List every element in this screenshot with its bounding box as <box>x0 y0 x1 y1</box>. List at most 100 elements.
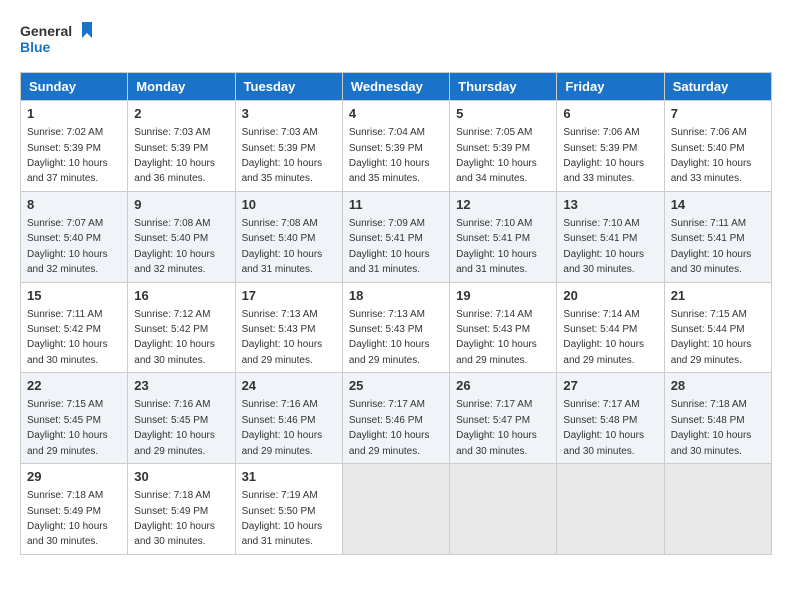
calendar-cell: 31 Sunrise: 7:19 AMSunset: 5:50 PMDaylig… <box>235 464 342 555</box>
calendar-cell: 21 Sunrise: 7:15 AMSunset: 5:44 PMDaylig… <box>664 282 771 373</box>
calendar-cell: 9 Sunrise: 7:08 AMSunset: 5:40 PMDayligh… <box>128 191 235 282</box>
day-number: 18 <box>349 287 443 305</box>
day-number: 8 <box>27 196 121 214</box>
day-number: 16 <box>134 287 228 305</box>
weekday-header-thursday: Thursday <box>450 73 557 101</box>
calendar-cell <box>342 464 449 555</box>
weekday-header-saturday: Saturday <box>664 73 771 101</box>
day-info: Sunrise: 7:11 AMSunset: 5:42 PMDaylight:… <box>27 309 108 366</box>
day-info: Sunrise: 7:13 AMSunset: 5:43 PMDaylight:… <box>242 309 323 366</box>
day-number: 30 <box>134 468 228 486</box>
day-info: Sunrise: 7:03 AMSunset: 5:39 PMDaylight:… <box>242 127 323 184</box>
day-number: 20 <box>563 287 657 305</box>
day-number: 28 <box>671 377 765 395</box>
day-info: Sunrise: 7:19 AMSunset: 5:50 PMDaylight:… <box>242 490 323 547</box>
day-info: Sunrise: 7:16 AMSunset: 5:45 PMDaylight:… <box>134 399 215 456</box>
day-number: 10 <box>242 196 336 214</box>
day-number: 9 <box>134 196 228 214</box>
day-number: 11 <box>349 196 443 214</box>
day-number: 13 <box>563 196 657 214</box>
day-number: 4 <box>349 105 443 123</box>
day-info: Sunrise: 7:17 AMSunset: 5:46 PMDaylight:… <box>349 399 430 456</box>
calendar-cell: 13 Sunrise: 7:10 AMSunset: 5:41 PMDaylig… <box>557 191 664 282</box>
calendar-cell: 27 Sunrise: 7:17 AMSunset: 5:48 PMDaylig… <box>557 373 664 464</box>
svg-text:Blue: Blue <box>20 39 51 55</box>
day-info: Sunrise: 7:18 AMSunset: 5:49 PMDaylight:… <box>27 490 108 547</box>
calendar-cell: 7 Sunrise: 7:06 AMSunset: 5:40 PMDayligh… <box>664 101 771 192</box>
logo-svg: General Blue <box>20 20 100 62</box>
day-info: Sunrise: 7:03 AMSunset: 5:39 PMDaylight:… <box>134 127 215 184</box>
calendar-cell: 8 Sunrise: 7:07 AMSunset: 5:40 PMDayligh… <box>21 191 128 282</box>
day-number: 22 <box>27 377 121 395</box>
calendar-cell <box>450 464 557 555</box>
calendar-cell: 6 Sunrise: 7:06 AMSunset: 5:39 PMDayligh… <box>557 101 664 192</box>
calendar-cell: 15 Sunrise: 7:11 AMSunset: 5:42 PMDaylig… <box>21 282 128 373</box>
day-number: 1 <box>27 105 121 123</box>
day-info: Sunrise: 7:10 AMSunset: 5:41 PMDaylight:… <box>456 218 537 275</box>
day-info: Sunrise: 7:15 AMSunset: 5:45 PMDaylight:… <box>27 399 108 456</box>
calendar-week-1: 1 Sunrise: 7:02 AMSunset: 5:39 PMDayligh… <box>21 101 772 192</box>
day-number: 26 <box>456 377 550 395</box>
day-number: 29 <box>27 468 121 486</box>
calendar-cell <box>557 464 664 555</box>
calendar-cell: 30 Sunrise: 7:18 AMSunset: 5:49 PMDaylig… <box>128 464 235 555</box>
day-info: Sunrise: 7:08 AMSunset: 5:40 PMDaylight:… <box>134 218 215 275</box>
calendar-cell: 26 Sunrise: 7:17 AMSunset: 5:47 PMDaylig… <box>450 373 557 464</box>
calendar-cell: 22 Sunrise: 7:15 AMSunset: 5:45 PMDaylig… <box>21 373 128 464</box>
weekday-header-tuesday: Tuesday <box>235 73 342 101</box>
calendar-week-2: 8 Sunrise: 7:07 AMSunset: 5:40 PMDayligh… <box>21 191 772 282</box>
weekday-header-friday: Friday <box>557 73 664 101</box>
day-info: Sunrise: 7:06 AMSunset: 5:39 PMDaylight:… <box>563 127 644 184</box>
day-number: 27 <box>563 377 657 395</box>
day-info: Sunrise: 7:11 AMSunset: 5:41 PMDaylight:… <box>671 218 752 275</box>
weekday-header-monday: Monday <box>128 73 235 101</box>
day-info: Sunrise: 7:04 AMSunset: 5:39 PMDaylight:… <box>349 127 430 184</box>
day-info: Sunrise: 7:12 AMSunset: 5:42 PMDaylight:… <box>134 309 215 366</box>
calendar-cell: 4 Sunrise: 7:04 AMSunset: 5:39 PMDayligh… <box>342 101 449 192</box>
calendar-cell: 23 Sunrise: 7:16 AMSunset: 5:45 PMDaylig… <box>128 373 235 464</box>
day-info: Sunrise: 7:17 AMSunset: 5:47 PMDaylight:… <box>456 399 537 456</box>
calendar-cell: 12 Sunrise: 7:10 AMSunset: 5:41 PMDaylig… <box>450 191 557 282</box>
day-number: 21 <box>671 287 765 305</box>
day-info: Sunrise: 7:08 AMSunset: 5:40 PMDaylight:… <box>242 218 323 275</box>
calendar-cell: 28 Sunrise: 7:18 AMSunset: 5:48 PMDaylig… <box>664 373 771 464</box>
day-info: Sunrise: 7:10 AMSunset: 5:41 PMDaylight:… <box>563 218 644 275</box>
day-number: 17 <box>242 287 336 305</box>
day-number: 5 <box>456 105 550 123</box>
logo: General Blue <box>20 20 100 62</box>
day-info: Sunrise: 7:18 AMSunset: 5:48 PMDaylight:… <box>671 399 752 456</box>
day-info: Sunrise: 7:14 AMSunset: 5:43 PMDaylight:… <box>456 309 537 366</box>
calendar-cell: 5 Sunrise: 7:05 AMSunset: 5:39 PMDayligh… <box>450 101 557 192</box>
calendar-cell: 1 Sunrise: 7:02 AMSunset: 5:39 PMDayligh… <box>21 101 128 192</box>
calendar-cell: 11 Sunrise: 7:09 AMSunset: 5:41 PMDaylig… <box>342 191 449 282</box>
day-number: 15 <box>27 287 121 305</box>
day-number: 7 <box>671 105 765 123</box>
calendar-cell: 3 Sunrise: 7:03 AMSunset: 5:39 PMDayligh… <box>235 101 342 192</box>
day-number: 2 <box>134 105 228 123</box>
calendar-cell: 19 Sunrise: 7:14 AMSunset: 5:43 PMDaylig… <box>450 282 557 373</box>
day-number: 6 <box>563 105 657 123</box>
calendar-cell: 20 Sunrise: 7:14 AMSunset: 5:44 PMDaylig… <box>557 282 664 373</box>
day-number: 25 <box>349 377 443 395</box>
calendar-cell: 18 Sunrise: 7:13 AMSunset: 5:43 PMDaylig… <box>342 282 449 373</box>
calendar-week-3: 15 Sunrise: 7:11 AMSunset: 5:42 PMDaylig… <box>21 282 772 373</box>
calendar-week-4: 22 Sunrise: 7:15 AMSunset: 5:45 PMDaylig… <box>21 373 772 464</box>
day-number: 3 <box>242 105 336 123</box>
day-number: 14 <box>671 196 765 214</box>
calendar-cell: 25 Sunrise: 7:17 AMSunset: 5:46 PMDaylig… <box>342 373 449 464</box>
weekday-header-row: SundayMondayTuesdayWednesdayThursdayFrid… <box>21 73 772 101</box>
day-info: Sunrise: 7:13 AMSunset: 5:43 PMDaylight:… <box>349 309 430 366</box>
calendar-cell: 14 Sunrise: 7:11 AMSunset: 5:41 PMDaylig… <box>664 191 771 282</box>
calendar-cell: 2 Sunrise: 7:03 AMSunset: 5:39 PMDayligh… <box>128 101 235 192</box>
calendar-table: SundayMondayTuesdayWednesdayThursdayFrid… <box>20 72 772 555</box>
day-info: Sunrise: 7:17 AMSunset: 5:48 PMDaylight:… <box>563 399 644 456</box>
day-info: Sunrise: 7:18 AMSunset: 5:49 PMDaylight:… <box>134 490 215 547</box>
day-info: Sunrise: 7:14 AMSunset: 5:44 PMDaylight:… <box>563 309 644 366</box>
calendar-cell: 10 Sunrise: 7:08 AMSunset: 5:40 PMDaylig… <box>235 191 342 282</box>
svg-text:General: General <box>20 23 72 39</box>
calendar-week-5: 29 Sunrise: 7:18 AMSunset: 5:49 PMDaylig… <box>21 464 772 555</box>
day-info: Sunrise: 7:05 AMSunset: 5:39 PMDaylight:… <box>456 127 537 184</box>
day-number: 24 <box>242 377 336 395</box>
calendar-cell: 16 Sunrise: 7:12 AMSunset: 5:42 PMDaylig… <box>128 282 235 373</box>
day-info: Sunrise: 7:15 AMSunset: 5:44 PMDaylight:… <box>671 309 752 366</box>
